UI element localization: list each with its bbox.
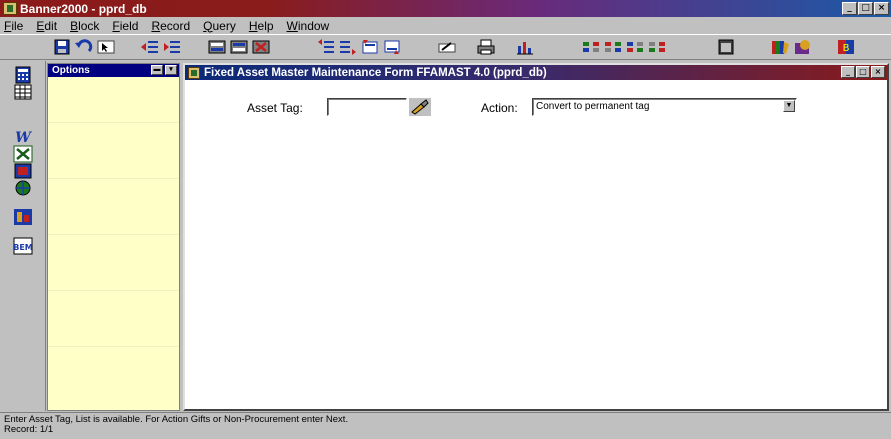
word-icon[interactable]: W: [13, 128, 33, 146]
books-icon[interactable]: [770, 38, 790, 56]
globe-icon[interactable]: [13, 179, 33, 197]
svg-text:BEM: BEM: [13, 243, 33, 252]
app-title-bar[interactable]: Banner2000 - pprd_db _ □ ×: [0, 0, 891, 17]
clear-icon[interactable]: [647, 38, 667, 56]
menu-window[interactable]: Window: [287, 19, 330, 33]
form-window: Fixed Asset Master Maintenance Form FFAM…: [183, 63, 889, 411]
close-button[interactable]: ×: [874, 2, 889, 15]
options-divider: [48, 290, 179, 291]
form-minimize-button[interactable]: _: [841, 66, 855, 78]
toolbar: B: [0, 34, 891, 60]
window-controls: _ □ ×: [842, 2, 889, 15]
action-selected-value: Convert to permanent tag: [536, 101, 650, 112]
window-icon[interactable]: [716, 38, 736, 56]
count-hits-icon[interactable]: [603, 38, 623, 56]
asset-tag-label: Asset Tag:: [247, 101, 303, 115]
banner-app-icon[interactable]: [3, 2, 17, 15]
form-maximize-button[interactable]: □: [856, 66, 870, 78]
excel-icon[interactable]: [13, 145, 33, 163]
action-label: Action:: [481, 101, 518, 115]
menu-bar: File Edit Block Field Record Query Help …: [0, 17, 891, 34]
options-divider: [48, 178, 179, 179]
app-title: Banner2000 - pprd_db: [20, 1, 147, 16]
chevron-down-icon[interactable]: ▼: [783, 100, 795, 112]
options-divider: [48, 346, 179, 347]
options-title-bar[interactable]: Options ▬ ▾: [48, 64, 179, 77]
menu-file[interactable]: File: [4, 19, 23, 33]
minimize-button[interactable]: _: [842, 2, 857, 15]
bem-icon[interactable]: BEM: [13, 237, 33, 255]
insert-record-icon[interactable]: [140, 38, 160, 56]
menu-query[interactable]: Query: [203, 19, 236, 33]
form-close-button[interactable]: ×: [871, 66, 885, 78]
options-panel: Options ▬ ▾: [47, 63, 180, 411]
cancel-query-icon[interactable]: [251, 38, 271, 56]
rollback-icon[interactable]: [74, 38, 94, 56]
status-message: Enter Asset Tag, List is available. For …: [4, 414, 349, 425]
menu-field[interactable]: Field: [112, 19, 138, 33]
help-icon[interactable]: B: [836, 38, 856, 56]
asset-tag-input[interactable]: [327, 98, 407, 116]
asset-tag-search-button[interactable]: [409, 98, 431, 116]
previous-record-icon[interactable]: [360, 38, 380, 56]
remove-record-icon[interactable]: [162, 38, 182, 56]
options-title: Options: [52, 65, 90, 76]
menu-help[interactable]: Help: [249, 19, 274, 33]
form-app-icon[interactable]: [188, 66, 200, 79]
form-title: Fixed Asset Master Maintenance Form FFAM…: [204, 66, 547, 79]
flashlight-icon: [409, 98, 431, 116]
action-select[interactable]: Convert to permanent tag ▼: [532, 98, 797, 116]
execute-query-icon[interactable]: [229, 38, 249, 56]
left-icon-strip: W BEM: [0, 61, 46, 411]
print-icon[interactable]: [476, 38, 496, 56]
form-title-bar[interactable]: Fixed Asset Master Maintenance Form FFAM…: [185, 65, 887, 80]
grid-icon[interactable]: [13, 83, 33, 101]
svg-text:W: W: [15, 130, 32, 146]
select-icon[interactable]: [96, 38, 116, 56]
status-bar: Enter Asset Tag, List is available. For …: [0, 412, 891, 439]
list-of-values-icon[interactable]: [581, 38, 601, 56]
record-count: Record: 1/1: [4, 424, 54, 435]
menu-record[interactable]: Record: [151, 19, 190, 33]
svg-text:B: B: [843, 43, 850, 54]
options-divider: [48, 122, 179, 123]
menu-edit[interactable]: Edit: [36, 19, 57, 33]
previous-block-icon[interactable]: [316, 38, 336, 56]
options-restore-icon[interactable]: ▾: [165, 65, 177, 75]
picture-icon[interactable]: [13, 162, 33, 180]
edit-icon[interactable]: [437, 38, 457, 56]
maximize-button[interactable]: □: [858, 2, 873, 15]
options-divider: [48, 234, 179, 235]
enter-query-icon[interactable]: [207, 38, 227, 56]
chart-icon[interactable]: [515, 38, 535, 56]
globe-book-icon[interactable]: [793, 38, 813, 56]
calculator-icon[interactable]: [13, 66, 33, 84]
sql-icon[interactable]: [13, 208, 33, 226]
options-minimize-icon[interactable]: ▬: [151, 65, 163, 75]
duplicate-icon[interactable]: [625, 38, 645, 56]
form-window-controls: _ □ ×: [841, 66, 885, 78]
next-record-icon[interactable]: [382, 38, 402, 56]
next-block-icon[interactable]: [338, 38, 358, 56]
save-icon[interactable]: [52, 38, 72, 56]
menu-block[interactable]: Block: [70, 19, 99, 33]
